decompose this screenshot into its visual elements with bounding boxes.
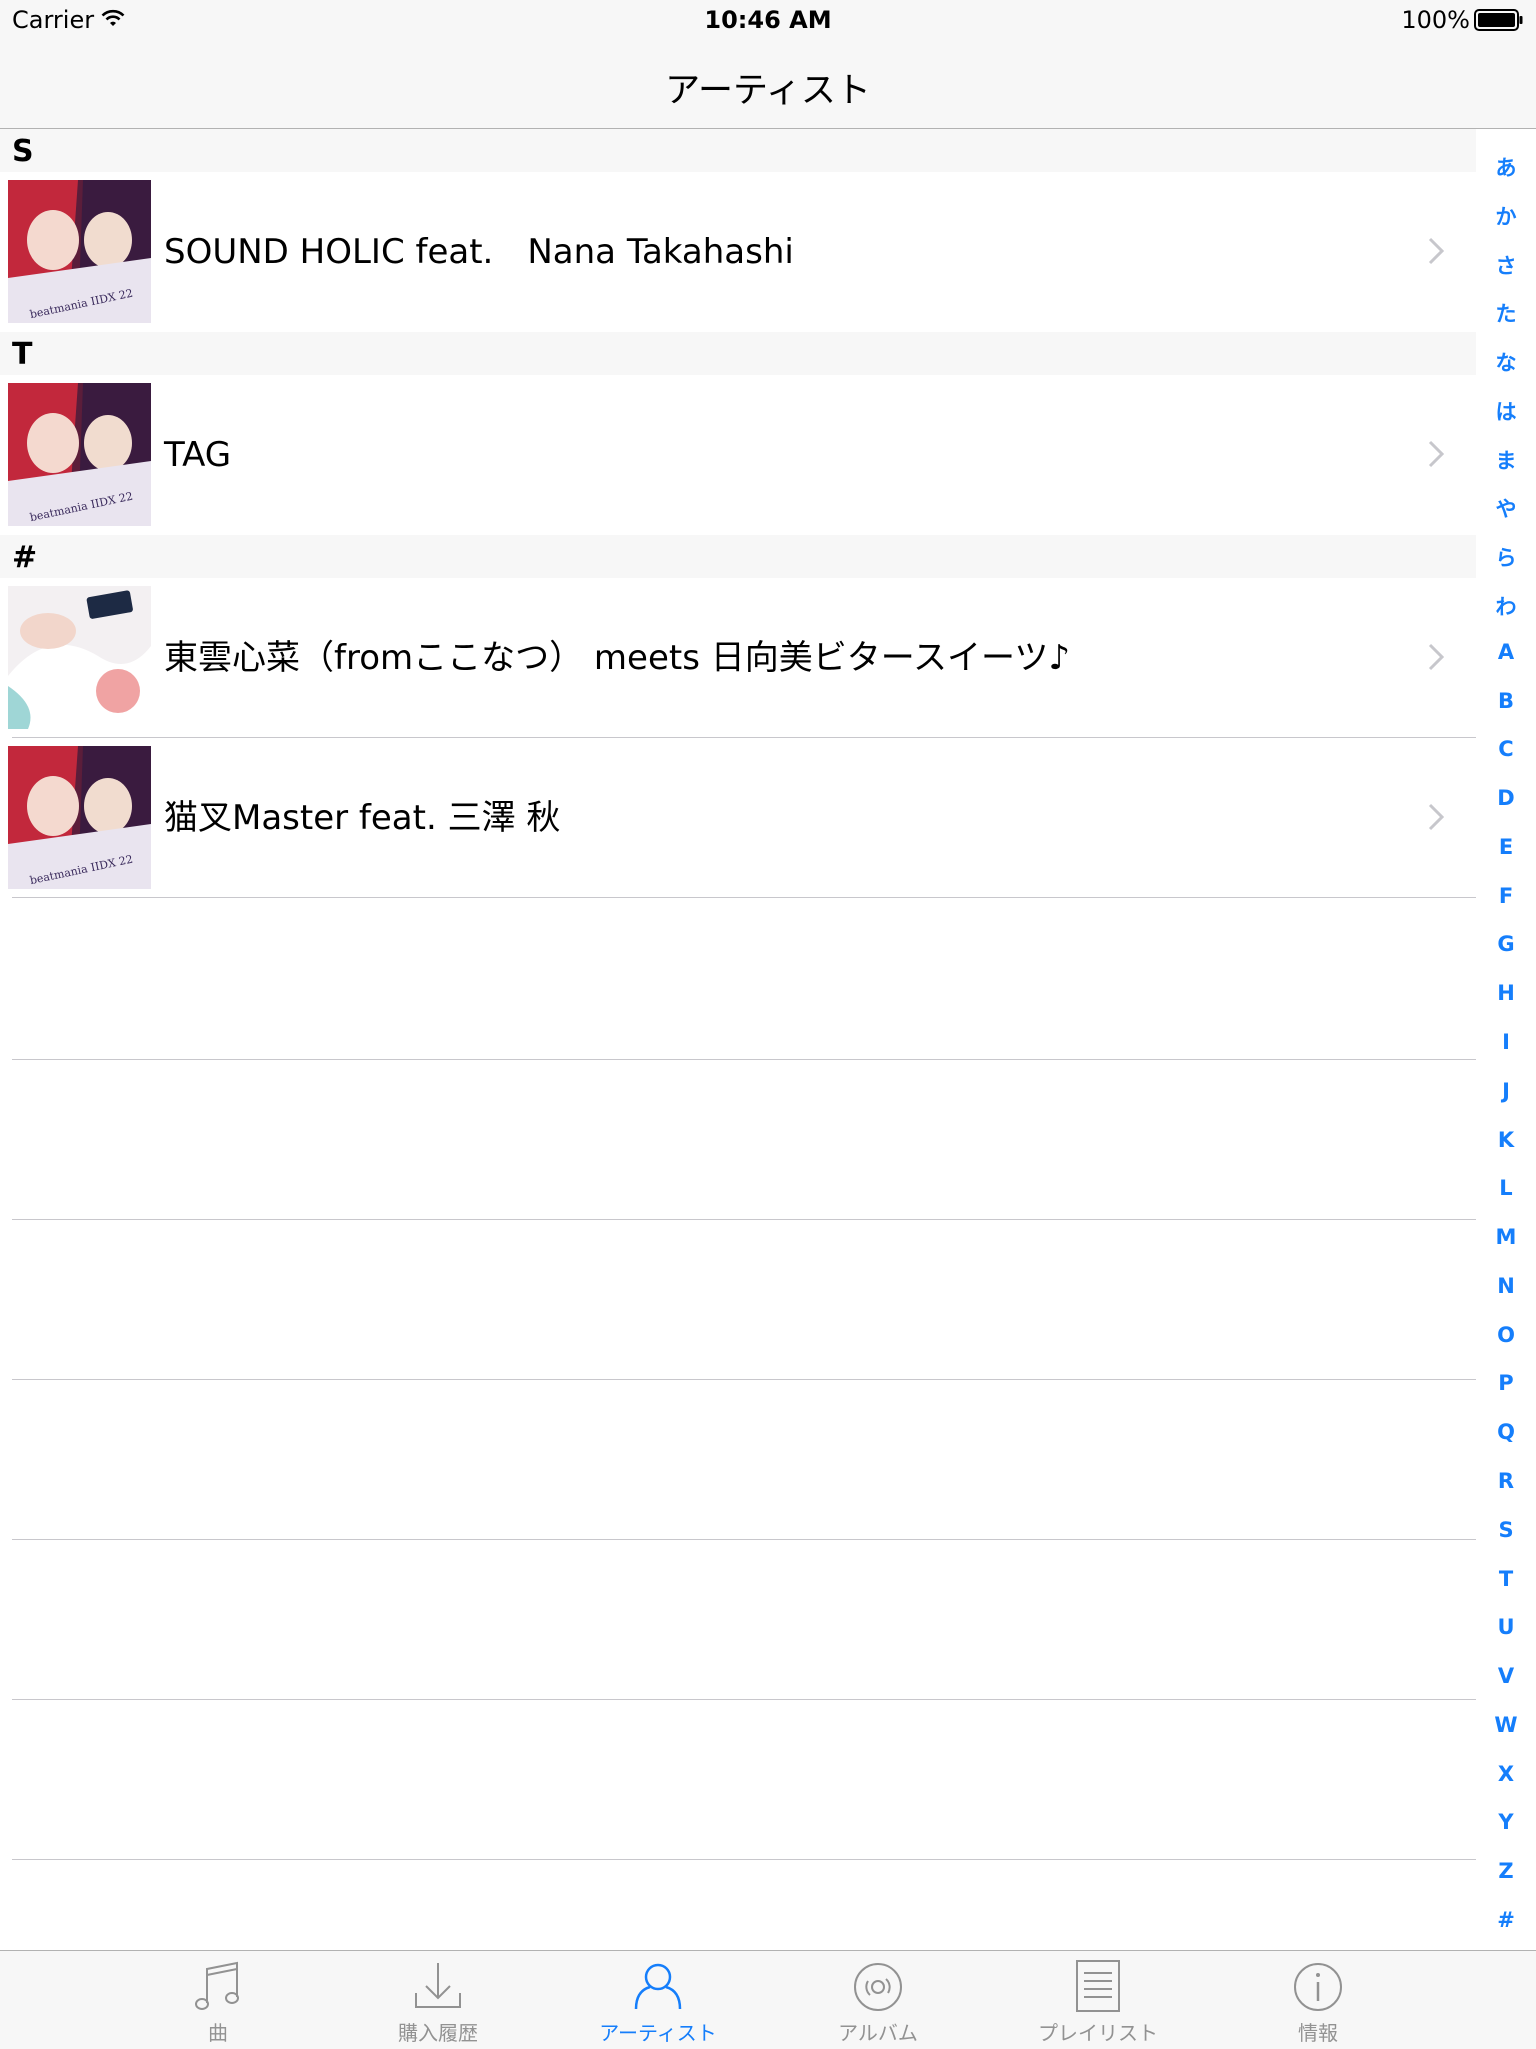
- album-disc-icon: [854, 1963, 902, 2011]
- tab-label: アルバム: [838, 2021, 918, 2045]
- album-artwork: beatmania IIDX 22: [8, 746, 151, 889]
- index-letter[interactable]: U: [1476, 1615, 1536, 1639]
- index-letter[interactable]: D: [1476, 786, 1536, 810]
- status-time: 10:46 AM: [704, 6, 832, 34]
- index-letter[interactable]: H: [1476, 981, 1536, 1005]
- artist-row[interactable]: 東雲心菜（fromここなつ） meets 日向美ビタースイーツ♪: [0, 578, 1476, 738]
- index-letter[interactable]: B: [1476, 689, 1536, 713]
- tab-info[interactable]: 情報: [1208, 1951, 1428, 2049]
- index-letter[interactable]: あ: [1476, 152, 1536, 182]
- album-artwork: beatmania IIDX 22: [8, 180, 151, 323]
- index-letter[interactable]: F: [1476, 884, 1536, 908]
- artist-row[interactable]: beatmania IIDX 22 猫叉Master feat. 三澤 秋: [0, 738, 1476, 898]
- index-letter[interactable]: V: [1476, 1664, 1536, 1688]
- tab-label: 曲: [208, 2021, 228, 2045]
- section-header-t: T: [0, 332, 1476, 375]
- artist-name: 東雲心菜（fromここなつ） meets 日向美ビタースイーツ♪: [164, 638, 1071, 678]
- chevron-right-icon: [1428, 803, 1444, 831]
- section-header-hash: #: [0, 535, 1476, 578]
- index-letter[interactable]: な: [1476, 347, 1536, 377]
- row-separator: [12, 1059, 1476, 1060]
- index-letter[interactable]: N: [1476, 1274, 1536, 1298]
- navigation-bar: アーティスト: [0, 40, 1536, 129]
- index-letter[interactable]: S: [1476, 1518, 1536, 1542]
- index-letter[interactable]: わ: [1476, 591, 1536, 621]
- tab-songs[interactable]: 曲: [108, 1951, 328, 2049]
- index-letter[interactable]: G: [1476, 932, 1536, 956]
- index-letter[interactable]: K: [1476, 1128, 1536, 1152]
- index-letter[interactable]: R: [1476, 1469, 1536, 1493]
- chevron-right-icon: [1428, 440, 1444, 468]
- index-letter[interactable]: ら: [1476, 542, 1536, 572]
- index-letter[interactable]: や: [1476, 493, 1536, 523]
- chevron-right-icon: [1428, 643, 1444, 671]
- music-note-icon: [195, 1961, 239, 2010]
- battery-percent: 100%: [1401, 6, 1470, 34]
- index-letter[interactable]: I: [1476, 1030, 1536, 1054]
- artist-name: 猫叉Master feat. 三澤 秋: [164, 798, 561, 838]
- index-letter[interactable]: T: [1476, 1567, 1536, 1591]
- tab-label: 情報: [1298, 2021, 1338, 2045]
- row-separator: [12, 1699, 1476, 1700]
- section-header-s: S: [0, 129, 1476, 172]
- tab-bar: 曲 購入履歴 アーティスト アルバム プレイリスト 情報: [0, 1950, 1536, 2049]
- artist-row[interactable]: beatmania IIDX 22 TAG: [0, 375, 1476, 535]
- index-letter[interactable]: W: [1476, 1713, 1536, 1737]
- artist-name: SOUND HOLIC feat. Nana Takahashi: [164, 232, 794, 272]
- index-letter[interactable]: A: [1476, 640, 1536, 664]
- artist-name: TAG: [164, 435, 232, 475]
- index-letter[interactable]: #: [1476, 1908, 1536, 1932]
- index-letter[interactable]: L: [1476, 1176, 1536, 1200]
- chevron-right-icon: [1428, 237, 1444, 265]
- index-letter[interactable]: さ: [1476, 250, 1536, 280]
- row-separator: [12, 1539, 1476, 1540]
- tab-playlists[interactable]: プレイリスト: [988, 1951, 1208, 2049]
- tab-label: プレイリスト: [1038, 2021, 1158, 2045]
- index-letter[interactable]: た: [1476, 298, 1536, 328]
- row-separator: [12, 1219, 1476, 1220]
- tab-label: アーティスト: [599, 2021, 717, 2045]
- index-letter[interactable]: Q: [1476, 1420, 1536, 1444]
- status-bar: Carrier 10:46 AM 100%: [0, 0, 1536, 40]
- index-letter[interactable]: P: [1476, 1371, 1536, 1395]
- index-letter[interactable]: M: [1476, 1225, 1536, 1249]
- index-letter[interactable]: X: [1476, 1762, 1536, 1786]
- row-separator: [12, 1859, 1476, 1860]
- index-letter[interactable]: J: [1476, 1079, 1536, 1103]
- index-letter[interactable]: E: [1476, 835, 1536, 859]
- index-letter[interactable]: O: [1476, 1323, 1536, 1347]
- tab-label: 購入履歴: [398, 2021, 478, 2045]
- index-letter[interactable]: C: [1476, 737, 1536, 761]
- page-title: アーティスト: [665, 71, 871, 111]
- section-index[interactable]: あかさたなはまやらわ A B C D E F G H I J K L M N O P Q R S T U V W X Y Z #: [1476, 130, 1536, 1950]
- album-artwork: [8, 586, 151, 729]
- info-icon: [1294, 1963, 1342, 2011]
- index-letter[interactable]: ま: [1476, 445, 1536, 475]
- album-artwork: beatmania IIDX 22: [8, 383, 151, 526]
- download-icon: [415, 1963, 461, 2008]
- row-separator: [12, 1379, 1476, 1380]
- artist-icon: [634, 1963, 682, 2010]
- index-letter[interactable]: は: [1476, 396, 1536, 426]
- battery-icon: [1474, 9, 1523, 31]
- playlist-icon: [1076, 1960, 1120, 2012]
- artist-list[interactable]: S beatmania IIDX 22 SOUND HOLIC feat. Na…: [0, 129, 1476, 898]
- index-letter[interactable]: か: [1476, 201, 1536, 231]
- index-letter[interactable]: Z: [1476, 1859, 1536, 1883]
- tab-purchase-history[interactable]: 購入履歴: [328, 1951, 548, 2049]
- tab-albums[interactable]: アルバム: [768, 1951, 988, 2049]
- artist-row[interactable]: beatmania IIDX 22 SOUND HOLIC feat. Nana…: [0, 172, 1476, 332]
- tab-artists[interactable]: アーティスト: [548, 1951, 768, 2049]
- index-letter[interactable]: Y: [1476, 1810, 1536, 1834]
